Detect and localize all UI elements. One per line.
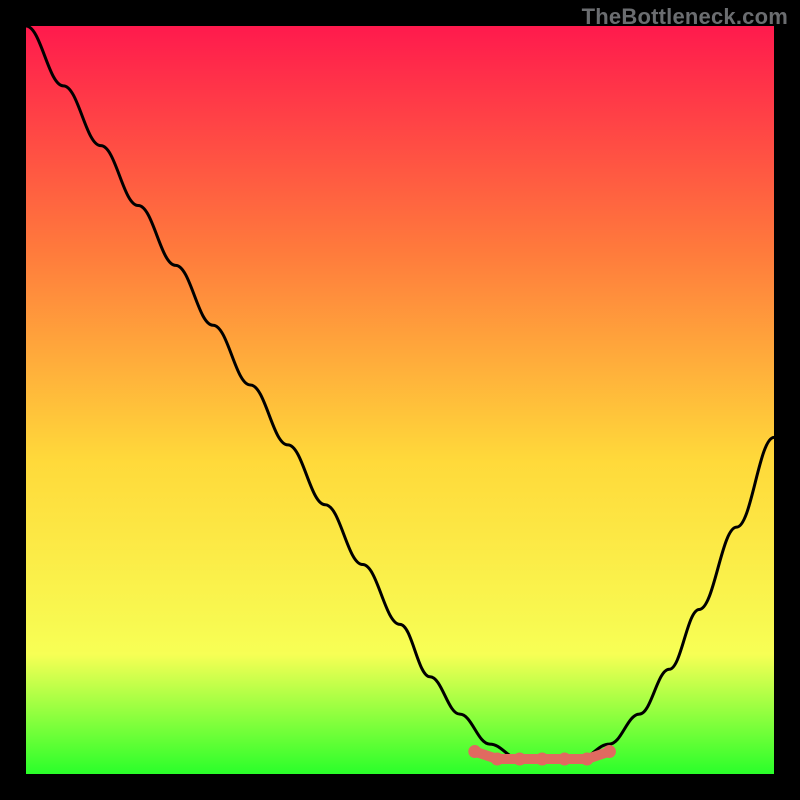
optimal-marker: [581, 753, 594, 766]
chart-container: TheBottleneck.com: [0, 0, 800, 800]
gradient-background: [26, 26, 774, 774]
optimal-marker: [468, 745, 481, 758]
plot-area: [26, 26, 774, 774]
optimal-marker: [603, 745, 616, 758]
optimal-marker: [491, 753, 504, 766]
optimal-marker: [513, 753, 526, 766]
chart-svg: [26, 26, 774, 774]
optimal-marker: [536, 753, 549, 766]
optimal-marker: [558, 753, 571, 766]
